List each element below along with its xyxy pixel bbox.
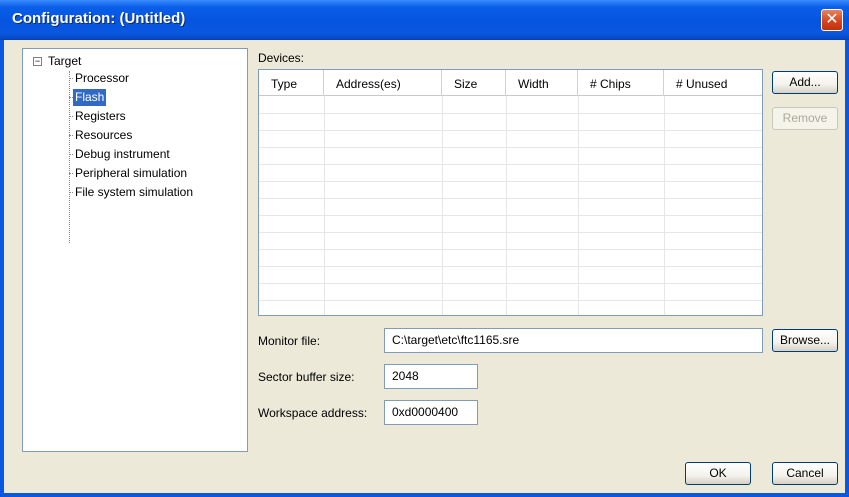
- tree-item-label: Flash: [73, 89, 107, 106]
- tree-item-label: File system simulation: [75, 185, 194, 199]
- title-bar[interactable]: Configuration: (Untitled) ✕: [0, 0, 849, 40]
- devices-table-body: [259, 96, 762, 315]
- tree-item-registers[interactable]: Registers: [69, 108, 128, 125]
- tree-item-peripheral-simulation[interactable]: Peripheral simulation: [69, 165, 189, 182]
- column-header-width[interactable]: Width: [506, 70, 578, 96]
- column-header-addresses[interactable]: Address(es): [324, 70, 442, 96]
- tree-item-label: Peripheral simulation: [75, 166, 188, 180]
- devices-table[interactable]: Type Address(es) Size Width # Chips # Un…: [258, 69, 763, 316]
- column-header-type[interactable]: Type: [259, 70, 324, 96]
- monitor-file-input[interactable]: C:\target\etc\ftc1165.sre: [384, 328, 763, 353]
- sector-buffer-size-input[interactable]: 2048: [384, 364, 478, 389]
- tree-item-label: Processor: [75, 71, 130, 85]
- browse-button[interactable]: Browse...: [772, 329, 838, 352]
- tree-item-resources[interactable]: Resources: [69, 127, 134, 144]
- workspace-address-input[interactable]: 0xd0000400: [384, 400, 478, 425]
- tree-item-processor[interactable]: Processor: [69, 70, 131, 87]
- column-header-unused[interactable]: # Unused: [664, 70, 762, 96]
- cancel-button[interactable]: Cancel: [772, 462, 838, 485]
- config-tree[interactable]: − Target Processor Flash Registers Resour…: [22, 48, 248, 452]
- tree-item-file-system-simulation[interactable]: File system simulation: [69, 184, 195, 201]
- tree-item-label: Debug instrument: [75, 147, 170, 161]
- remove-button[interactable]: Remove: [772, 107, 838, 130]
- add-button[interactable]: Add...: [772, 71, 838, 94]
- devices-label: Devices:: [258, 51, 305, 65]
- tree-item-flash[interactable]: Flash: [69, 89, 107, 106]
- tree-root-label: Target: [48, 54, 82, 68]
- window-title: Configuration: (Untitled): [12, 10, 186, 27]
- tree-item-debug-instrument[interactable]: Debug instrument: [69, 146, 172, 163]
- workspace-address-label: Workspace address:: [258, 406, 368, 420]
- close-icon: ✕: [825, 11, 839, 28]
- column-header-chips[interactable]: # Chips: [578, 70, 664, 96]
- tree-root-target[interactable]: − Target: [33, 53, 81, 69]
- collapse-icon[interactable]: −: [33, 57, 42, 66]
- column-header-size[interactable]: Size: [442, 70, 506, 96]
- monitor-file-label: Monitor file:: [258, 334, 321, 348]
- close-button[interactable]: ✕: [821, 9, 843, 31]
- devices-table-header: Type Address(es) Size Width # Chips # Un…: [259, 70, 762, 96]
- tree-item-label: Resources: [75, 128, 133, 142]
- ok-button[interactable]: OK: [685, 462, 751, 485]
- sector-buffer-size-label: Sector buffer size:: [258, 370, 355, 384]
- tree-item-label: Registers: [75, 109, 126, 123]
